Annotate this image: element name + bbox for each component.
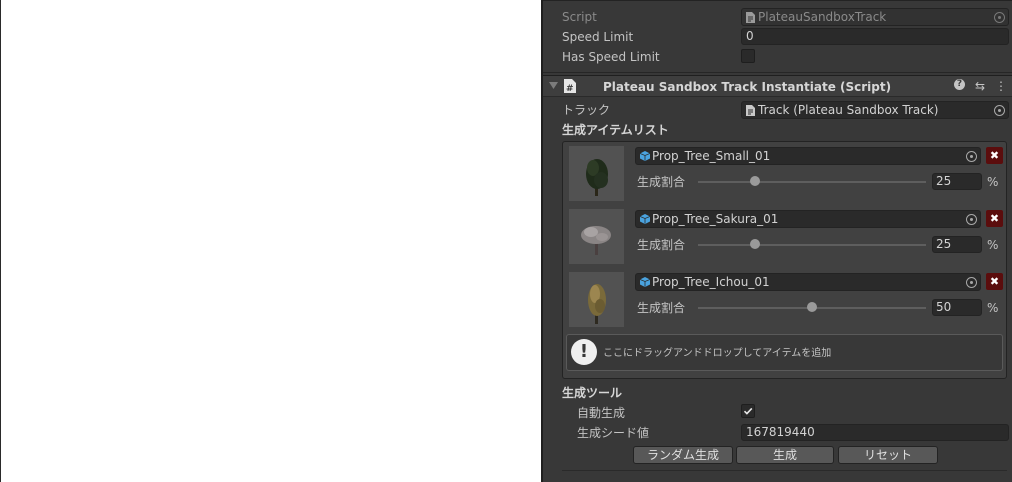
auto-generate-checkbox[interactable] <box>741 404 755 418</box>
random-generate-button[interactable]: ランダム生成 <box>633 446 733 464</box>
item-list: Prop_Tree_Small_01 ✖ 生成割合 25 % Prop_Tree… <box>562 141 1007 379</box>
script-label: Script <box>562 10 597 24</box>
svg-text:#: # <box>566 84 574 93</box>
prefab-name: Prop_Tree_Small_01 <box>652 149 771 163</box>
context-menu-icon[interactable]: ⋮ <box>995 78 1007 94</box>
inspector-panel: Script PlateauSandboxTrack Speed Limit 0… <box>543 0 1012 482</box>
tree-dark-green-icon <box>586 159 608 196</box>
tree-sakura-icon <box>581 226 611 255</box>
ratio-slider[interactable] <box>698 181 926 183</box>
ratio-input[interactable]: 50 <box>932 299 982 316</box>
slider-knob[interactable] <box>807 302 817 312</box>
seed-field[interactable]: 167819440 <box>741 424 1009 441</box>
object-picker-icon[interactable] <box>966 151 977 162</box>
prefab-cube-icon <box>640 277 650 287</box>
ratio-input[interactable]: 25 <box>932 236 982 253</box>
bottom-separator <box>562 470 1007 471</box>
speed-limit-label: Speed Limit <box>562 30 634 44</box>
component-divider <box>543 72 1012 73</box>
help-icon[interactable]: ? <box>954 79 965 90</box>
slider-knob[interactable] <box>750 176 760 186</box>
auto-generate-label: 自動生成 <box>577 406 626 420</box>
item-preview <box>569 272 624 327</box>
object-picker-icon[interactable] <box>994 105 1005 116</box>
remove-item-button[interactable]: ✖ <box>986 210 1003 227</box>
generate-button[interactable]: 生成 <box>736 446 834 464</box>
speed-limit-field[interactable]: 0 <box>741 28 1009 45</box>
item-list-title: 生成アイテムリスト <box>562 123 669 137</box>
ratio-label: 生成割合 <box>637 238 686 252</box>
track-field[interactable]: Track (Plateau Sandbox Track) <box>741 101 1009 119</box>
item-preview <box>569 209 624 264</box>
drop-zone[interactable]: ! ここにドラッグアンドドロップしてアイテムを追加 <box>566 334 1003 371</box>
script-file-icon <box>746 105 755 116</box>
list-item: Prop_Tree_Ichou_01 ✖ 生成割合 50 % <box>563 268 1006 330</box>
track-label: トラック <box>562 103 611 117</box>
object-picker-icon[interactable] <box>966 277 977 288</box>
percent-unit: % <box>987 238 999 252</box>
tools-title: 生成ツール <box>562 386 623 400</box>
script-field-value: PlateauSandboxTrack <box>758 10 887 24</box>
list-item: Prop_Tree_Small_01 ✖ 生成割合 25 % <box>563 142 1006 204</box>
ratio-label: 生成割合 <box>637 175 686 189</box>
object-picker-icon[interactable] <box>994 12 1005 23</box>
drop-zone-text: ここにドラッグアンドドロップしてアイテムを追加 <box>603 348 832 359</box>
settings-icon[interactable]: ⇆ <box>975 78 985 94</box>
prefab-name: Prop_Tree_Sakura_01 <box>652 212 779 226</box>
prefab-cube-icon <box>640 151 650 161</box>
slider-knob[interactable] <box>750 239 760 249</box>
seed-label: 生成シード値 <box>577 426 650 440</box>
list-item: Prop_Tree_Sakura_01 ✖ 生成割合 25 % <box>563 205 1006 267</box>
item-preview <box>569 146 624 201</box>
tree-ichou-icon <box>588 284 606 324</box>
component-title: Plateau Sandbox Track Instantiate (Scrip… <box>603 80 892 94</box>
percent-unit: % <box>987 175 999 189</box>
component-header[interactable]: # Plateau Sandbox Track Instantiate (Scr… <box>543 75 1012 97</box>
script-field[interactable]: PlateauSandboxTrack <box>741 8 1009 26</box>
has-speed-limit-label: Has Speed Limit <box>562 50 660 64</box>
ratio-label: 生成割合 <box>637 301 686 315</box>
top-border <box>543 0 1012 1</box>
object-picker-icon[interactable] <box>966 214 977 225</box>
prefab-field[interactable]: Prop_Tree_Ichou_01 <box>635 273 981 291</box>
has-speed-limit-checkbox[interactable] <box>741 49 755 63</box>
remove-item-button[interactable]: ✖ <box>986 273 1003 290</box>
prefab-field[interactable]: Prop_Tree_Small_01 <box>635 147 981 165</box>
foldout-arrow-icon[interactable] <box>549 82 558 90</box>
prefab-field[interactable]: Prop_Tree_Sakura_01 <box>635 210 981 228</box>
script-file-icon <box>746 12 755 23</box>
checkmark-icon <box>743 407 753 415</box>
prefab-cube-icon <box>640 214 650 224</box>
reset-button[interactable]: リセット <box>838 446 938 464</box>
percent-unit: % <box>987 301 999 315</box>
csharp-script-icon: # <box>564 79 576 93</box>
remove-item-button[interactable]: ✖ <box>986 147 1003 164</box>
scene-view-area <box>0 0 541 482</box>
track-field-value: Track (Plateau Sandbox Track) <box>758 103 939 117</box>
info-icon: ! <box>571 339 597 365</box>
ratio-input[interactable]: 25 <box>932 173 982 190</box>
ratio-slider[interactable] <box>698 244 926 246</box>
prefab-name: Prop_Tree_Ichou_01 <box>652 275 770 289</box>
